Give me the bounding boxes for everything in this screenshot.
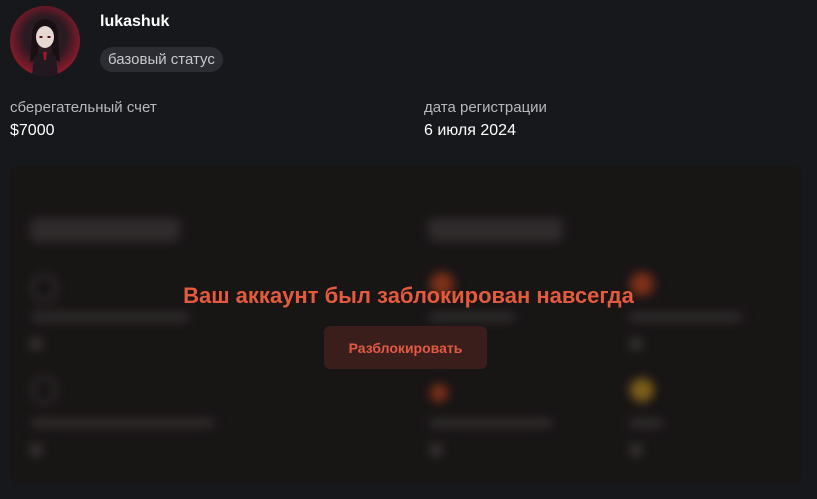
savings-label: сберегательный счет	[10, 99, 157, 116]
registration-label: дата регистрации	[424, 99, 547, 116]
registration-value: 6 июля 2024	[424, 122, 516, 139]
savings-value: $7000	[10, 122, 55, 139]
anime-character-avatar-icon	[30, 19, 60, 76]
unlock-button[interactable]: Разблокировать	[324, 326, 487, 369]
dark-veil	[10, 166, 802, 484]
profile-page: lukashuk базовый статус сберегательный с…	[0, 0, 817, 499]
ban-message: Ваш аккаунт был заблокирован навсегда	[183, 283, 634, 308]
status-badge: базовый статус	[100, 47, 223, 72]
locked-content-panel	[10, 166, 802, 484]
username: lukashuk	[100, 13, 170, 30]
avatar[interactable]	[10, 6, 80, 76]
